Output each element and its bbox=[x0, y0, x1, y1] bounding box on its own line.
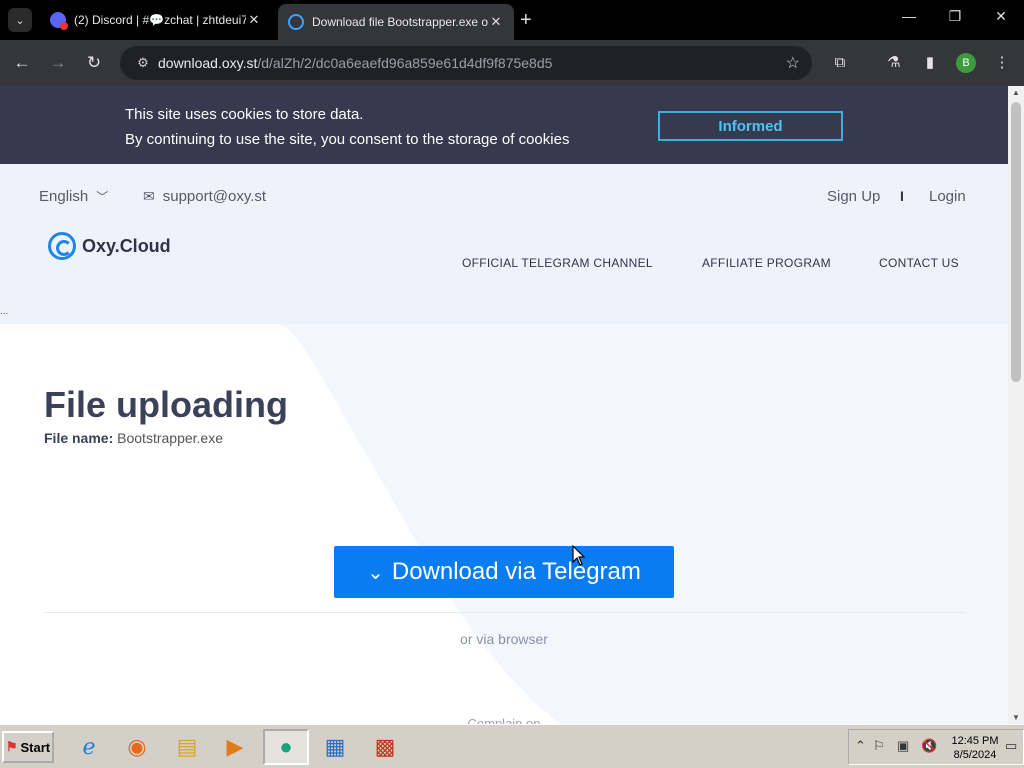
cookie-line-2: By continuing to use the site, you conse… bbox=[125, 131, 570, 148]
windows-flag-icon: ⚑ bbox=[5, 739, 18, 754]
scroll-down-icon[interactable]: ▼ bbox=[1008, 713, 1024, 722]
download-telegram-button[interactable]: ⌄ Download via Telegram bbox=[334, 546, 674, 598]
nav-contact-us[interactable]: CONTACT US bbox=[879, 256, 959, 270]
close-tab-icon[interactable]: ✕ bbox=[246, 12, 262, 28]
bookmark-star-icon[interactable]: ☆ bbox=[786, 53, 800, 73]
winrar-icon[interactable]: ▩ bbox=[362, 729, 408, 765]
network-icon[interactable]: ▣ bbox=[897, 738, 909, 754]
chevron-down-icon: ﹀ bbox=[96, 190, 109, 204]
show-desktop-icon[interactable]: ▭ bbox=[1005, 738, 1017, 754]
media-player-icon[interactable]: ▶ bbox=[212, 729, 258, 765]
minimize-icon[interactable]: — bbox=[894, 8, 924, 24]
new-tab-icon[interactable]: + bbox=[520, 10, 532, 30]
extensions-icon[interactable]: ⧉ bbox=[829, 52, 851, 74]
close-window-icon[interactable]: ✕ bbox=[986, 8, 1016, 25]
nav-telegram-channel[interactable]: OFFICIAL TELEGRAM CHANNEL bbox=[462, 256, 653, 270]
browser-toolbar: ← → ↻ ⚙ download.oxy.st/d/alZh/2/dc0a6ea… bbox=[0, 40, 1024, 86]
site-header: English ﹀ ✉ support@oxy.st Sign Up I Log… bbox=[0, 164, 1008, 324]
download-browser-link[interactable]: or via browser bbox=[0, 631, 1008, 647]
tab-download[interactable]: Download file Bootstrapper.exe on ✕ bbox=[278, 4, 514, 40]
clock[interactable]: 12:45 PM 8/5/2024 bbox=[949, 734, 1001, 762]
mouse-cursor-icon bbox=[572, 545, 586, 566]
site-info-icon[interactable]: ⚙ bbox=[128, 55, 158, 71]
support-email-link[interactable]: ✉ support@oxy.st bbox=[143, 188, 266, 205]
tab-strip: ⌄ (2) Discord | #💬zchat | zhtdeui7 ✕ Dow… bbox=[0, 0, 1024, 40]
cookie-banner: This site uses cookies to store data. By… bbox=[0, 86, 1008, 164]
cookie-line-1: This site uses cookies to store data. bbox=[125, 106, 364, 123]
scroll-up-icon[interactable]: ▲ bbox=[1008, 88, 1024, 97]
complain-link[interactable]: Complain on bbox=[0, 716, 1008, 724]
oxy-logo-icon bbox=[48, 232, 76, 260]
browser-link-text[interactable]: or via browser bbox=[460, 631, 548, 647]
sign-up-link[interactable]: Sign Up bbox=[827, 188, 880, 205]
start-label: Start bbox=[20, 739, 51, 755]
clock-time: 12:45 PM bbox=[951, 735, 999, 747]
tab-search-button[interactable]: ⌄ bbox=[8, 8, 32, 32]
close-tab-icon[interactable]: ✕ bbox=[488, 14, 504, 30]
address-bar[interactable]: ⚙ download.oxy.st/d/alZh/2/dc0a6eaefd96a… bbox=[120, 46, 812, 80]
informed-button[interactable]: Informed bbox=[658, 111, 843, 141]
url-text[interactable]: download.oxy.st/d/alZh/2/dc0a6eaefd96a85… bbox=[158, 55, 552, 71]
taskbar: ⚑ Start ℯ ◉ ▤ ▶ ● ▦ ▩ ⌃ ⚐ ▣ 🔇 12:45 PM 8… bbox=[0, 724, 1024, 768]
language-label: English bbox=[39, 188, 89, 205]
file-explorer-icon[interactable]: ▤ bbox=[164, 729, 210, 765]
mail-icon: ✉ bbox=[143, 188, 155, 204]
reload-icon[interactable]: ↻ bbox=[83, 52, 105, 74]
restore-icon[interactable]: ❐ bbox=[940, 8, 970, 25]
page-viewport: English ﹀ ✉ support@oxy.st Sign Up I Log… bbox=[0, 86, 1008, 724]
scroll-thumb[interactable] bbox=[1011, 102, 1021, 382]
support-email: support@oxy.st bbox=[162, 188, 267, 205]
forward-icon[interactable]: → bbox=[47, 52, 69, 74]
site-logo[interactable]: Oxy.Cloud bbox=[48, 232, 171, 260]
file-name-row: File name: Bootstrapper.exe bbox=[44, 430, 223, 446]
back-icon[interactable]: ← bbox=[11, 52, 33, 74]
menu-kebab-icon[interactable]: ⋮ bbox=[991, 52, 1013, 74]
internet-explorer-icon[interactable]: ℯ bbox=[66, 729, 112, 765]
tab-title: (2) Discord | #💬zchat | zhtdeui7 bbox=[74, 13, 246, 27]
login-link[interactable]: Login bbox=[929, 188, 966, 205]
start-button[interactable]: ⚑ Start bbox=[2, 731, 54, 763]
profile-avatar[interactable]: B bbox=[956, 53, 976, 73]
tab-discord[interactable]: (2) Discord | #💬zchat | zhtdeui7 ✕ bbox=[40, 4, 272, 36]
divider bbox=[44, 612, 964, 613]
nav-affiliate-program[interactable]: AFFILIATE PROGRAM bbox=[702, 256, 831, 270]
oxy-favicon-icon bbox=[288, 14, 304, 30]
control-panel-icon[interactable]: ▦ bbox=[312, 729, 358, 765]
labs-flask-icon[interactable]: ⚗ bbox=[883, 52, 905, 74]
language-selector[interactable]: English ﹀ bbox=[39, 188, 108, 205]
double-chevron-down-icon: ⌄ bbox=[367, 561, 384, 584]
side-panel-icon[interactable]: ▮ bbox=[919, 52, 941, 74]
download-button-label: Download via Telegram bbox=[391, 558, 641, 585]
tab-title: Download file Bootstrapper.exe on bbox=[312, 15, 488, 29]
logo-text: Oxy.Cloud bbox=[82, 235, 171, 256]
page-scrollbar[interactable]: ▲ ▼ bbox=[1008, 86, 1024, 724]
system-tray: ⌃ ⚐ ▣ 🔇 12:45 PM 8/5/2024 ▭ bbox=[848, 729, 1024, 765]
firefox-icon[interactable]: ◉ bbox=[114, 729, 160, 765]
tray-expand-icon[interactable]: ⌃ bbox=[855, 738, 866, 754]
discord-favicon-icon bbox=[50, 12, 68, 30]
overflow-dots: ... bbox=[0, 306, 9, 317]
file-name-label: File name: bbox=[44, 430, 114, 446]
volume-muted-icon[interactable]: 🔇 bbox=[921, 738, 937, 754]
page-title: File uploading bbox=[44, 384, 288, 425]
cookie-message: This site uses cookies to store data. By… bbox=[125, 102, 569, 152]
chrome-app-icon[interactable]: ● bbox=[263, 729, 309, 765]
auth-separator: I bbox=[900, 188, 904, 204]
file-name-value: Bootstrapper.exe bbox=[117, 430, 223, 446]
clock-date: 8/5/2024 bbox=[953, 749, 997, 761]
action-center-flag-icon[interactable]: ⚐ bbox=[873, 738, 885, 754]
